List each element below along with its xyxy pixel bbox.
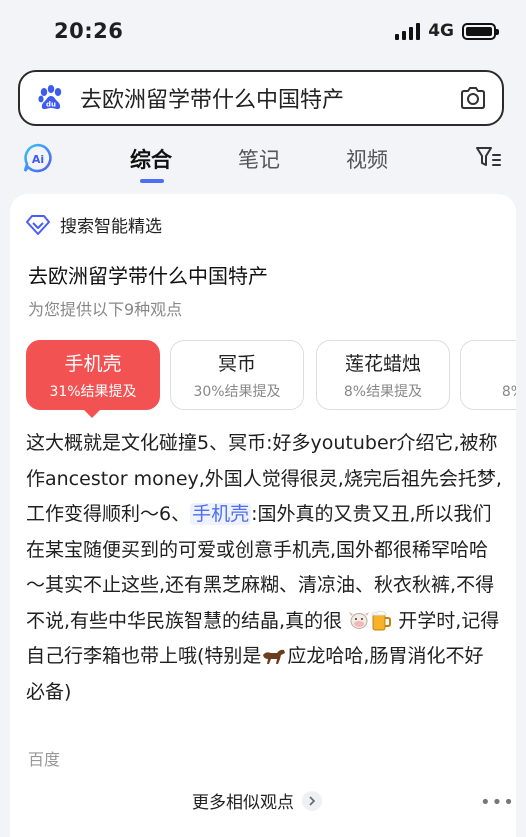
svg-text:Ai: Ai xyxy=(32,153,44,166)
highlight-link[interactable]: 手机壳 xyxy=(190,503,252,525)
smart-answer-card: 搜索智能精选 去欧洲留学带什么中国特产 为您提供以下9种观点 手机壳 31%结果… xyxy=(10,194,516,837)
chip-name: 手机壳 xyxy=(64,353,122,375)
chip-name: 冥币 xyxy=(217,353,256,375)
svg-text:du: du xyxy=(46,101,56,109)
chip-pointer xyxy=(82,408,102,418)
viewpoint-chips: 手机壳 31%结果提及 冥币 30%结果提及 莲花蜡烛 8%结果提及 痰 8%结… xyxy=(26,340,516,420)
card-subtitle: 为您提供以下9种观点 xyxy=(28,300,183,319)
search-input[interactable]: 去欧洲留学带什么中国特产 xyxy=(80,82,458,114)
chip-sub: 31%结果提及 xyxy=(49,384,137,400)
more-dots-icon[interactable]: ••• xyxy=(480,792,515,813)
horse-emoji xyxy=(263,649,286,664)
ai-icon[interactable]: Ai xyxy=(22,142,54,174)
search-box[interactable]: du 去欧洲留学带什么中国特产 xyxy=(18,70,504,126)
baidu-paw-icon: du xyxy=(38,85,62,109)
chip-name: 莲花蜡烛 xyxy=(344,353,421,375)
more-viewpoints-button[interactable]: 更多相似观点 xyxy=(192,788,322,813)
chip-lotus-candle[interactable]: 莲花蜡烛 8%结果提及 xyxy=(316,340,450,410)
chip-sub: 30%结果提及 xyxy=(193,384,281,400)
source-label[interactable]: 百度 xyxy=(28,746,60,770)
battery-icon xyxy=(462,22,499,40)
beer-emoji xyxy=(371,610,392,630)
tab-active-indicator xyxy=(140,179,164,183)
answer-content: 这大概就是文化碰撞5、冥币:好多youtuber介绍它,被称作ancestor … xyxy=(26,426,502,710)
cow-emoji xyxy=(349,611,370,629)
status-indicators: 4G xyxy=(395,21,499,41)
signal-icon xyxy=(395,22,421,40)
camera-icon[interactable] xyxy=(458,83,488,113)
tab-videos[interactable]: 视频 xyxy=(346,144,388,174)
tab-notes[interactable]: 笔记 xyxy=(238,144,280,174)
chip-joss-money[interactable]: 冥币 30%结果提及 xyxy=(170,340,304,410)
chip-sub: 8%结果 xyxy=(501,384,516,400)
tab-general[interactable]: 综合 xyxy=(130,144,172,174)
status-time: 20:26 xyxy=(54,19,124,43)
diamond-icon xyxy=(26,214,50,235)
card-header-label: 搜索智能精选 xyxy=(60,217,162,237)
chevron-right-icon xyxy=(302,790,322,811)
status-bar: 20:26 4G xyxy=(0,0,526,62)
card-header: 搜索智能精选 xyxy=(26,212,162,237)
chip-phone-case[interactable]: 手机壳 31%结果提及 xyxy=(26,340,160,410)
filter-icon[interactable] xyxy=(474,144,502,170)
more-viewpoints-label: 更多相似观点 xyxy=(192,793,294,813)
chip-4[interactable]: 痰 8%结果 xyxy=(460,340,516,410)
chip-name: 痰 xyxy=(461,351,516,377)
chip-sub: 8%结果提及 xyxy=(343,384,423,400)
tab-bar: Ai 综合 笔记 视频 xyxy=(0,134,526,188)
card-title: 去欧洲留学带什么中国特产 xyxy=(28,264,268,288)
network-type: 4G xyxy=(428,21,454,41)
